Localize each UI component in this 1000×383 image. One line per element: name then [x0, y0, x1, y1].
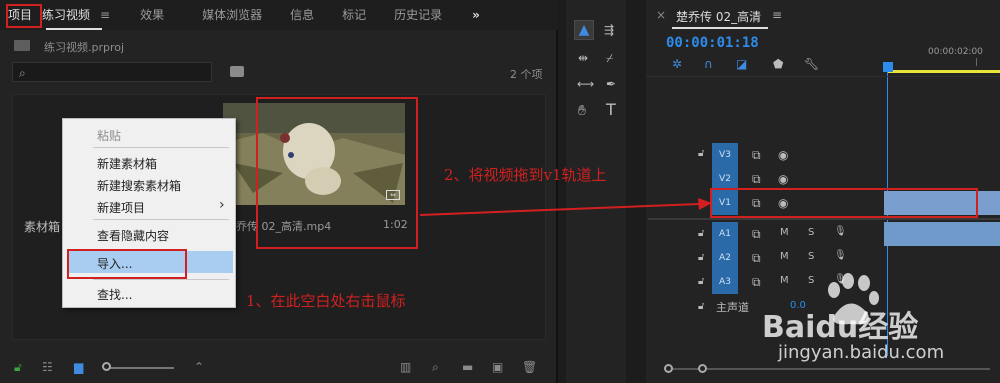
watermark-brand: Baidu经验: [762, 310, 919, 345]
premiere-workspace: 项目 练习视频 ≡ 效果 媒体浏览器 信息 标记 历史记录 » 练习视频.prp…: [0, 0, 1000, 383]
annotation-step2: 2、将视频拖到v1轨道上: [444, 166, 607, 184]
watermark-url: jingyan.baidu.com: [778, 342, 945, 363]
